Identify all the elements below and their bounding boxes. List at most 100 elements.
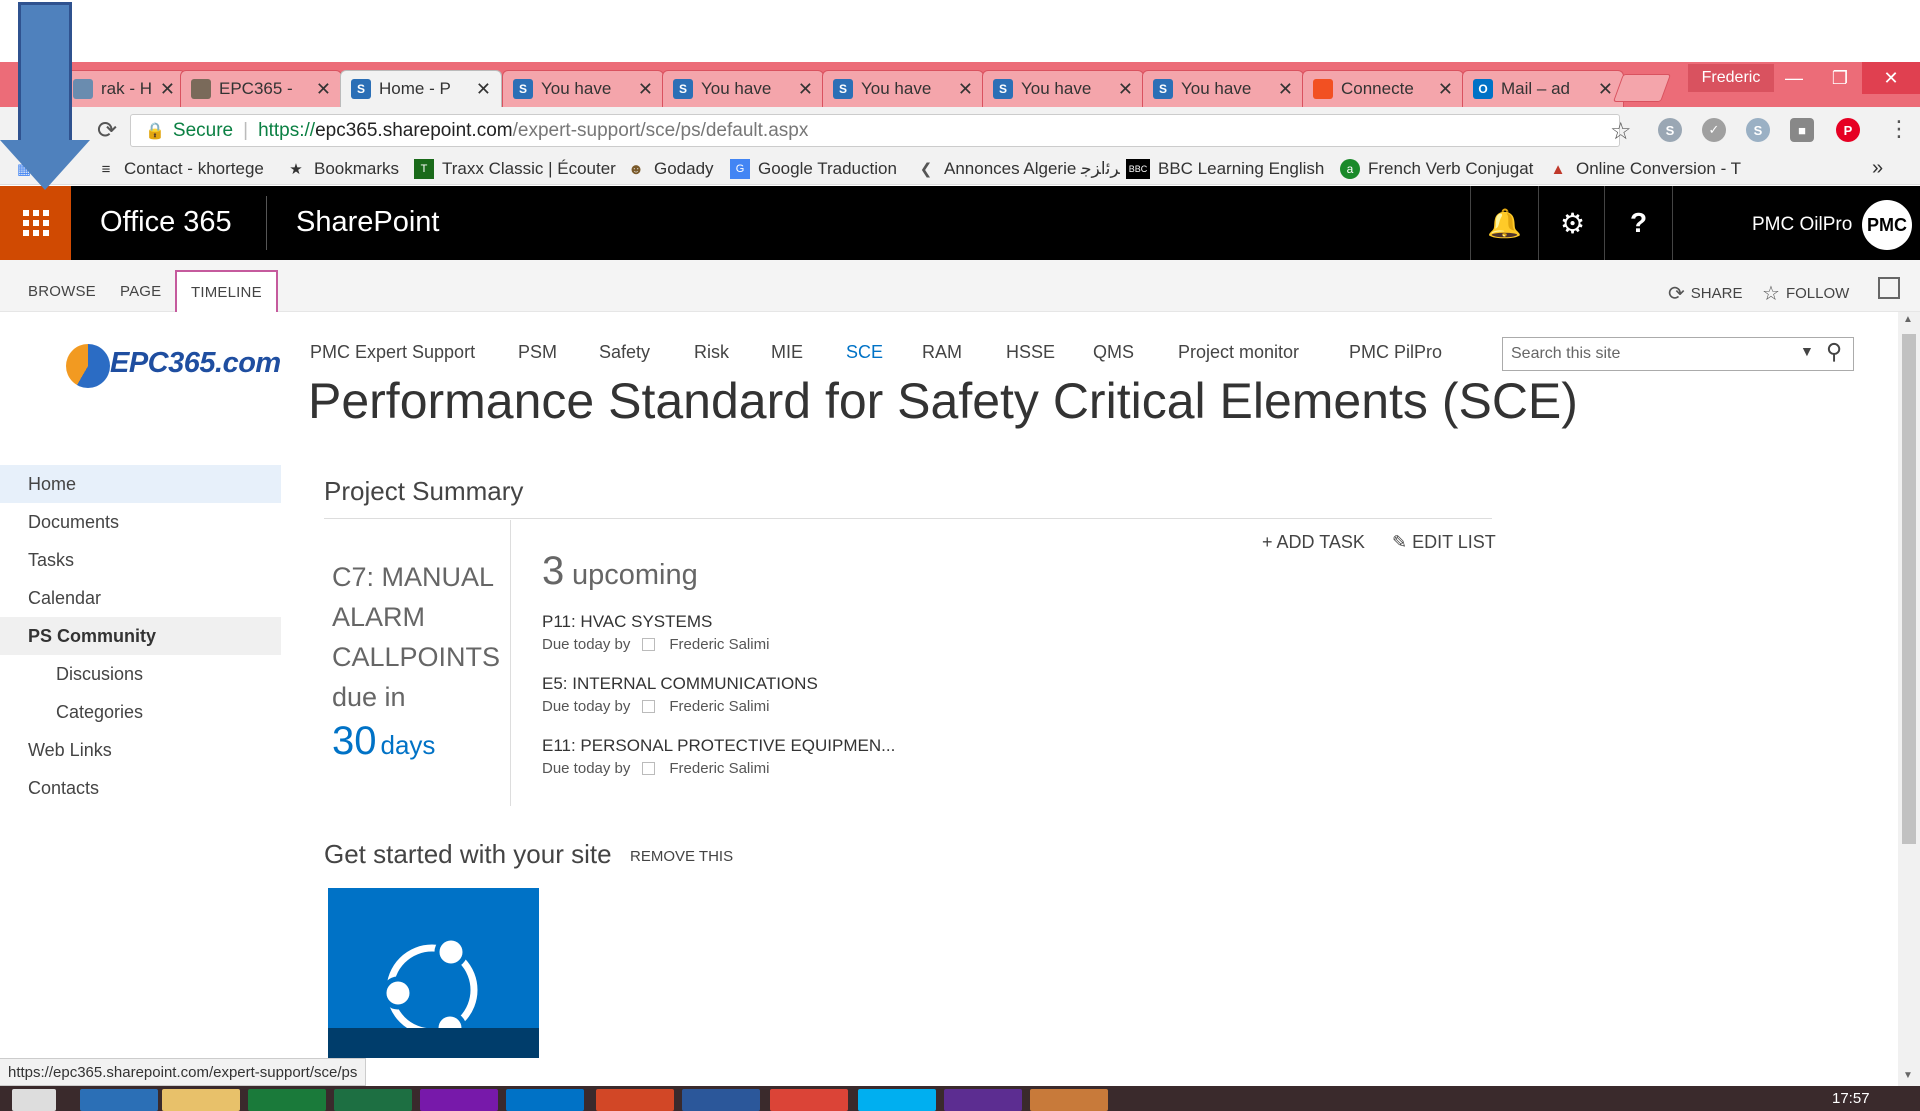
internet-explorer-icon[interactable] [80, 1089, 158, 1111]
help-icon[interactable]: ? [1604, 186, 1672, 260]
bookmark-item[interactable]: ★ Bookmarks [286, 157, 399, 181]
leftnav-item-categories[interactable]: Categories [0, 693, 281, 731]
office365-title[interactable]: Office 365 [100, 206, 232, 239]
browser-tab[interactable]: S Home - P ✕ [340, 70, 502, 107]
user-name[interactable]: PMC OilPro [1752, 214, 1852, 236]
focus-content-icon[interactable] [1878, 277, 1900, 299]
close-tab-icon[interactable]: ✕ [1118, 79, 1133, 100]
topnav-item[interactable]: MIE [771, 342, 803, 363]
restore-icon[interactable]: ❐ [1818, 62, 1862, 94]
close-window-icon[interactable]: ✕ [1862, 62, 1920, 94]
share-button[interactable]: ⟳ SHARE [1668, 281, 1742, 306]
task-assignee[interactable]: Frederic Salimi [669, 760, 769, 777]
close-tab-icon[interactable]: ✕ [316, 79, 331, 100]
site-logo-text[interactable]: EPC365.com [110, 347, 281, 380]
topnav-item[interactable]: PMC PilPro [1349, 342, 1442, 363]
browser-tab[interactable]: S You have ✕ [822, 70, 984, 107]
close-tab-icon[interactable]: ✕ [476, 79, 491, 100]
bookmark-item[interactable]: ☻ Godady [626, 157, 713, 181]
chevron-down-icon[interactable]: ▼ [1800, 343, 1814, 359]
bell-icon[interactable]: 🔔 [1470, 186, 1538, 260]
sharepoint-title[interactable]: SharePoint [296, 206, 440, 239]
topnav-item[interactable]: Project monitor [1178, 342, 1299, 363]
leftnav-item-calendar[interactable]: Calendar [0, 579, 281, 617]
bookmark-item[interactable]: G Google Traduction [730, 157, 897, 181]
close-tab-icon[interactable]: ✕ [638, 79, 653, 100]
task-item[interactable]: E11: PERSONAL PROTECTIVE EQUIPMEN... Due… [542, 736, 895, 777]
close-tab-icon[interactable]: ✕ [160, 79, 175, 100]
topnav-item[interactable]: RAM [922, 342, 962, 363]
close-tab-icon[interactable]: ✕ [1598, 79, 1613, 100]
browser-menu-icon[interactable]: ⋮ [1888, 116, 1910, 142]
ribbon-tab-browse[interactable]: BROWSE [14, 270, 110, 312]
minimize-icon[interactable]: — [1772, 62, 1816, 94]
site-logo-icon[interactable] [66, 344, 110, 388]
leftnav-item-web-links[interactable]: Web Links [0, 731, 281, 769]
close-tab-icon[interactable]: ✕ [958, 79, 973, 100]
task-title[interactable]: E5: INTERNAL COMMUNICATIONS [542, 674, 818, 694]
leftnav-item-discusions[interactable]: Discusions [0, 655, 281, 693]
store-icon[interactable] [248, 1089, 326, 1111]
skype-extension-icon[interactable]: S [1746, 118, 1770, 142]
browser-tab[interactable]: EPC365 - ✕ [180, 70, 342, 107]
remove-this-button[interactable]: REMOVE THIS [630, 848, 733, 865]
highlight-task[interactable]: C7: MANUAL ALARM CALLPOINTS due in [332, 557, 502, 717]
task-title[interactable]: P11: HVAC SYSTEMS [542, 612, 769, 632]
reload-icon[interactable]: ⟳ [92, 115, 122, 145]
extension-icon[interactable]: ■ [1790, 118, 1814, 142]
bookmarks-overflow-icon[interactable]: » [1872, 157, 1883, 180]
leftnav-item-home[interactable]: Home [0, 465, 281, 503]
start-icon[interactable] [12, 1089, 56, 1111]
topnav-item[interactable]: PSM [518, 342, 557, 363]
word-icon[interactable] [682, 1089, 760, 1111]
settings-app-icon[interactable] [944, 1089, 1022, 1111]
url-input[interactable]: 🔒 Secure | https:// epc365.sharepoint.co… [130, 114, 1620, 147]
browser-tab[interactable]: rak - Hu ✕ [62, 70, 186, 107]
bookmark-item[interactable]: BBC BBC Learning English [1126, 157, 1324, 181]
leftnav-item-tasks[interactable]: Tasks [0, 541, 281, 579]
task-assignee[interactable]: Frederic Salimi [669, 636, 769, 653]
profile-button[interactable]: Frederic [1688, 64, 1774, 92]
browser-tab[interactable]: S You have ✕ [502, 70, 664, 107]
gear-icon[interactable]: ⚙ [1538, 186, 1606, 260]
ribbon-tab-page[interactable]: PAGE [106, 270, 175, 312]
taskbar-clock[interactable]: 17:57 [1832, 1090, 1870, 1107]
skype-icon[interactable] [858, 1089, 936, 1111]
leftnav-header-ps-community[interactable]: PS Community [0, 617, 281, 655]
topnav-item[interactable]: Risk [694, 342, 729, 363]
new-tab-button[interactable] [1612, 74, 1672, 102]
task-assignee[interactable]: Frederic Salimi [669, 698, 769, 715]
bookmark-item[interactable]: ▲ Online Conversion - T [1548, 157, 1741, 181]
task-item[interactable]: E5: INTERNAL COMMUNICATIONS Due today by… [542, 674, 818, 715]
excel-icon[interactable] [334, 1089, 412, 1111]
bookmark-item[interactable]: a French Verb Conjugat [1340, 157, 1533, 181]
ribbon-tab-timeline[interactable]: TIMELINE [175, 270, 278, 312]
close-tab-icon[interactable]: ✕ [1278, 79, 1293, 100]
skype-extension-icon[interactable]: S [1658, 118, 1682, 142]
search-icon[interactable]: ⚲ [1826, 339, 1842, 365]
task-item[interactable]: P11: HVAC SYSTEMS Due today by Frederic S… [542, 612, 769, 653]
follow-button[interactable]: ☆ FOLLOW [1762, 281, 1849, 306]
browser-tab[interactable]: S You have ✕ [982, 70, 1144, 107]
topnav-item[interactable]: QMS [1093, 342, 1134, 363]
scroll-down-icon[interactable]: ▼ [1903, 1070, 1913, 1081]
close-tab-icon[interactable]: ✕ [1438, 79, 1453, 100]
pinterest-icon[interactable]: P [1836, 118, 1860, 142]
onenote-icon[interactable] [420, 1089, 498, 1111]
close-tab-icon[interactable]: ✕ [798, 79, 813, 100]
browser-tab[interactable]: O Mail – ad ✕ [1462, 70, 1624, 107]
browser-tab[interactable]: S You have ✕ [1142, 70, 1304, 107]
add-task-button[interactable]: + ADD TASK [1262, 532, 1365, 553]
bookmark-star-icon[interactable]: ☆ [1610, 117, 1632, 146]
topnav-item[interactable]: PMC Expert Support [310, 342, 475, 363]
avatar[interactable]: PMC [1862, 200, 1912, 250]
leftnav-item-documents[interactable]: Documents [0, 503, 281, 541]
scrollbar-thumb[interactable] [1902, 334, 1916, 844]
app-icon[interactable] [1030, 1089, 1108, 1111]
topnav-item[interactable]: Safety [599, 342, 650, 363]
topnav-item[interactable]: HSSE [1006, 342, 1055, 363]
edit-list-button[interactable]: ✎ EDIT LIST [1392, 532, 1496, 553]
topnav-item-selected[interactable]: SCE [846, 342, 883, 363]
powerpoint-icon[interactable] [596, 1089, 674, 1111]
file-explorer-icon[interactable] [162, 1089, 240, 1111]
